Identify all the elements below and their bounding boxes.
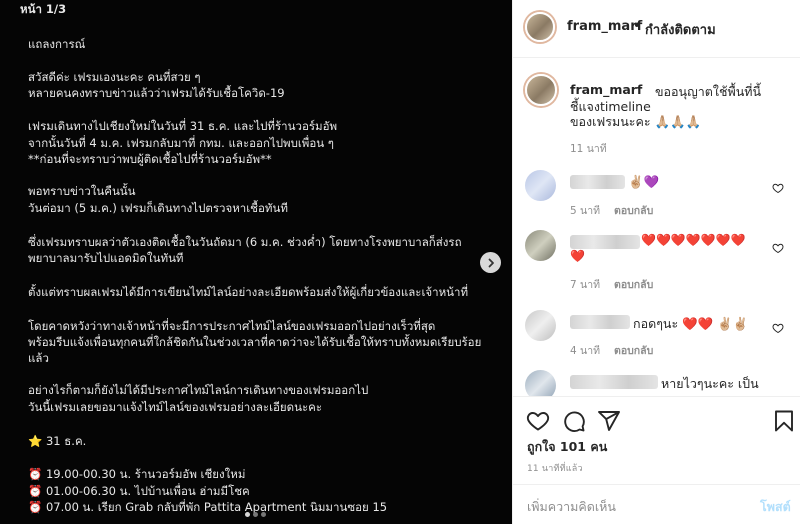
post-text-line: **ก่อนที่จะทราบว่าพบผู้ติดเชื้อไปที่ร้าน… <box>28 152 272 166</box>
post-timestamp: 11 นาทีที่แล้ว <box>527 464 583 474</box>
comment-text: หายไวๆนะคะ เป็น <box>661 376 759 391</box>
comment-input[interactable]: เพิ่มความคิดเห็น <box>527 497 616 517</box>
post-text-line: พยาบาลมารับไปแอดมิดในทันที <box>28 251 184 265</box>
post-page-number: หน้า 1/3 <box>20 2 67 16</box>
comment-icon[interactable] <box>562 409 586 433</box>
post-text-line: วันนี้เฟรมเลยขอมาแจ้งไทม์ไลน์ของเฟรมอย่า… <box>28 400 323 414</box>
bookmark-icon[interactable] <box>772 409 796 433</box>
blurred-username <box>570 235 640 249</box>
post-image: หน้า 1/3 แถลงการณ์ สวัสดีค่ะ เฟรมเองนะคะ… <box>0 0 512 524</box>
likes-count[interactable]: ถูกใจ 101 คน <box>527 437 607 457</box>
comment-time: 5 นาที <box>570 205 601 217</box>
caption-text: ของเฟรมนะคะ 🙏🏼🙏🏼🙏🏼 <box>570 114 702 129</box>
chevron-right-icon <box>488 258 494 267</box>
comment-time: 4 นาที <box>570 345 601 357</box>
comment-time: 7 นาที <box>570 279 601 291</box>
heart-icon[interactable] <box>772 182 784 194</box>
post-text-line: ซึ่งเฟรมทราบผลว่าตัวเองติดเชื้อในวันถัดม… <box>28 235 462 249</box>
heart-icon[interactable] <box>772 242 784 254</box>
post-text-line: เฟรมเดินทางไปเชียงใหม่ในวันที่ 31 ธ.ค. แ… <box>28 119 338 133</box>
post-text-line: ⏰ 01.00-06.30 น. ไปบ้านเพื่อน ฮ่ามมีโชค <box>28 484 250 498</box>
post-text-line: พอทราบข่าวในคืนนั้น <box>28 184 136 198</box>
share-icon[interactable] <box>597 409 621 433</box>
post-text-line: แล้ว <box>28 351 49 365</box>
caption-time: 11 นาที <box>570 143 607 155</box>
author-username[interactable]: fram_marf <box>567 19 642 34</box>
post-text-line: ⏰ 07.00 น. เรียก Grab กลับที่พัก Pattita… <box>28 500 388 514</box>
post-text-line: พร้อมรีบแจ้งเพื่อนทุกคนที่ใกล้ชิดกันในช่… <box>28 335 482 349</box>
comment-meta: 7 นาที ตอบกลับ <box>570 276 653 293</box>
reply-button[interactable]: ตอบกลับ <box>614 205 653 217</box>
post-text-line: ตั้งแต่ทราบผลเฟรมได้มีการเขียนไทม์ไลน์อย… <box>28 285 469 299</box>
carousel-dot <box>261 512 266 517</box>
post-header: fram_marf • กำลังติดตาม <box>513 0 800 58</box>
post-text-line: จากนั้นวันที่ 4 ม.ค. เฟรมกลับมาที่ กทม. … <box>28 136 334 150</box>
comment-text: ❤️ <box>570 249 585 263</box>
next-photo-button[interactable] <box>480 252 501 273</box>
post-text-line: หลายคนคงทราบข่าวแล้วว่าเฟรมได้รับเชื้อโค… <box>28 86 285 100</box>
post-comment-button[interactable]: โพสต์ <box>760 497 791 517</box>
carousel-dots <box>245 512 266 517</box>
post-text-line: วันต่อมา (5 ม.ค.) เฟรมก็เดินทางไปตรวจหาเ… <box>28 201 288 215</box>
post-text-line: สวัสดีค่ะ เฟรมเองนะคะ คนที่สวย ๆ <box>28 70 201 84</box>
commenter-avatar[interactable] <box>525 310 556 341</box>
caption-avatar[interactable] <box>525 74 557 106</box>
heart-icon[interactable] <box>772 322 784 334</box>
heart-icon[interactable] <box>526 409 550 433</box>
comment-meta: 4 นาที ตอบกลับ <box>570 342 653 359</box>
comments-list[interactable]: fram_marf ขออนุญาตใช้พื้นที่นี้ ชี้แจงti… <box>513 58 800 396</box>
blurred-username <box>570 175 625 189</box>
following-button[interactable]: กำลังติดตาม <box>645 19 716 40</box>
comment-text: ❤️❤️❤️❤️❤️❤️❤️ <box>641 233 746 247</box>
caption-text: ขออนุญาตใช้พื้นที่นี้ <box>655 84 762 99</box>
comment-text: กอดๆนะ ❤️❤️ ✌🏼✌🏼 <box>633 316 749 331</box>
commenter-avatar[interactable] <box>525 230 556 261</box>
add-comment-bar: เพิ่มความคิดเห็น โพสต์ <box>513 484 800 524</box>
post-text-line: ⭐ 31 ธ.ค. <box>28 434 87 448</box>
post-text-line: ⏰ 19.00-00.30 น. ร้านวอร์มอัพ เชียงใหม่ <box>28 467 246 481</box>
caption-username[interactable]: fram_marf <box>570 82 642 97</box>
reply-button[interactable]: ตอบกลับ <box>614 279 653 291</box>
post-text-line: โดยคาดหวังว่าทางเจ้าหน้าที่จะมีการประกาศ… <box>28 319 436 333</box>
post-text-line: อย่างไรก็ตามก็ยังไม่ได้มีประกาศไทม์ไลน์ก… <box>28 383 369 397</box>
post-details-panel: fram_marf • กำลังติดตาม fram_marf ขออนุญ… <box>512 0 800 524</box>
header-separator: • <box>633 19 641 34</box>
commenter-avatar[interactable] <box>525 370 556 396</box>
carousel-dot <box>245 512 250 517</box>
comment-meta: 5 นาที ตอบกลับ <box>570 202 653 219</box>
blurred-username <box>570 375 658 389</box>
commenter-avatar[interactable] <box>525 170 556 201</box>
blurred-username <box>570 315 630 329</box>
carousel-dot <box>253 512 258 517</box>
post-text-line: แถลงการณ์ <box>28 37 86 51</box>
comment-text: ✌🏼💜 <box>628 174 660 189</box>
author-avatar[interactable] <box>525 12 555 42</box>
reply-button[interactable]: ตอบกลับ <box>614 345 653 357</box>
